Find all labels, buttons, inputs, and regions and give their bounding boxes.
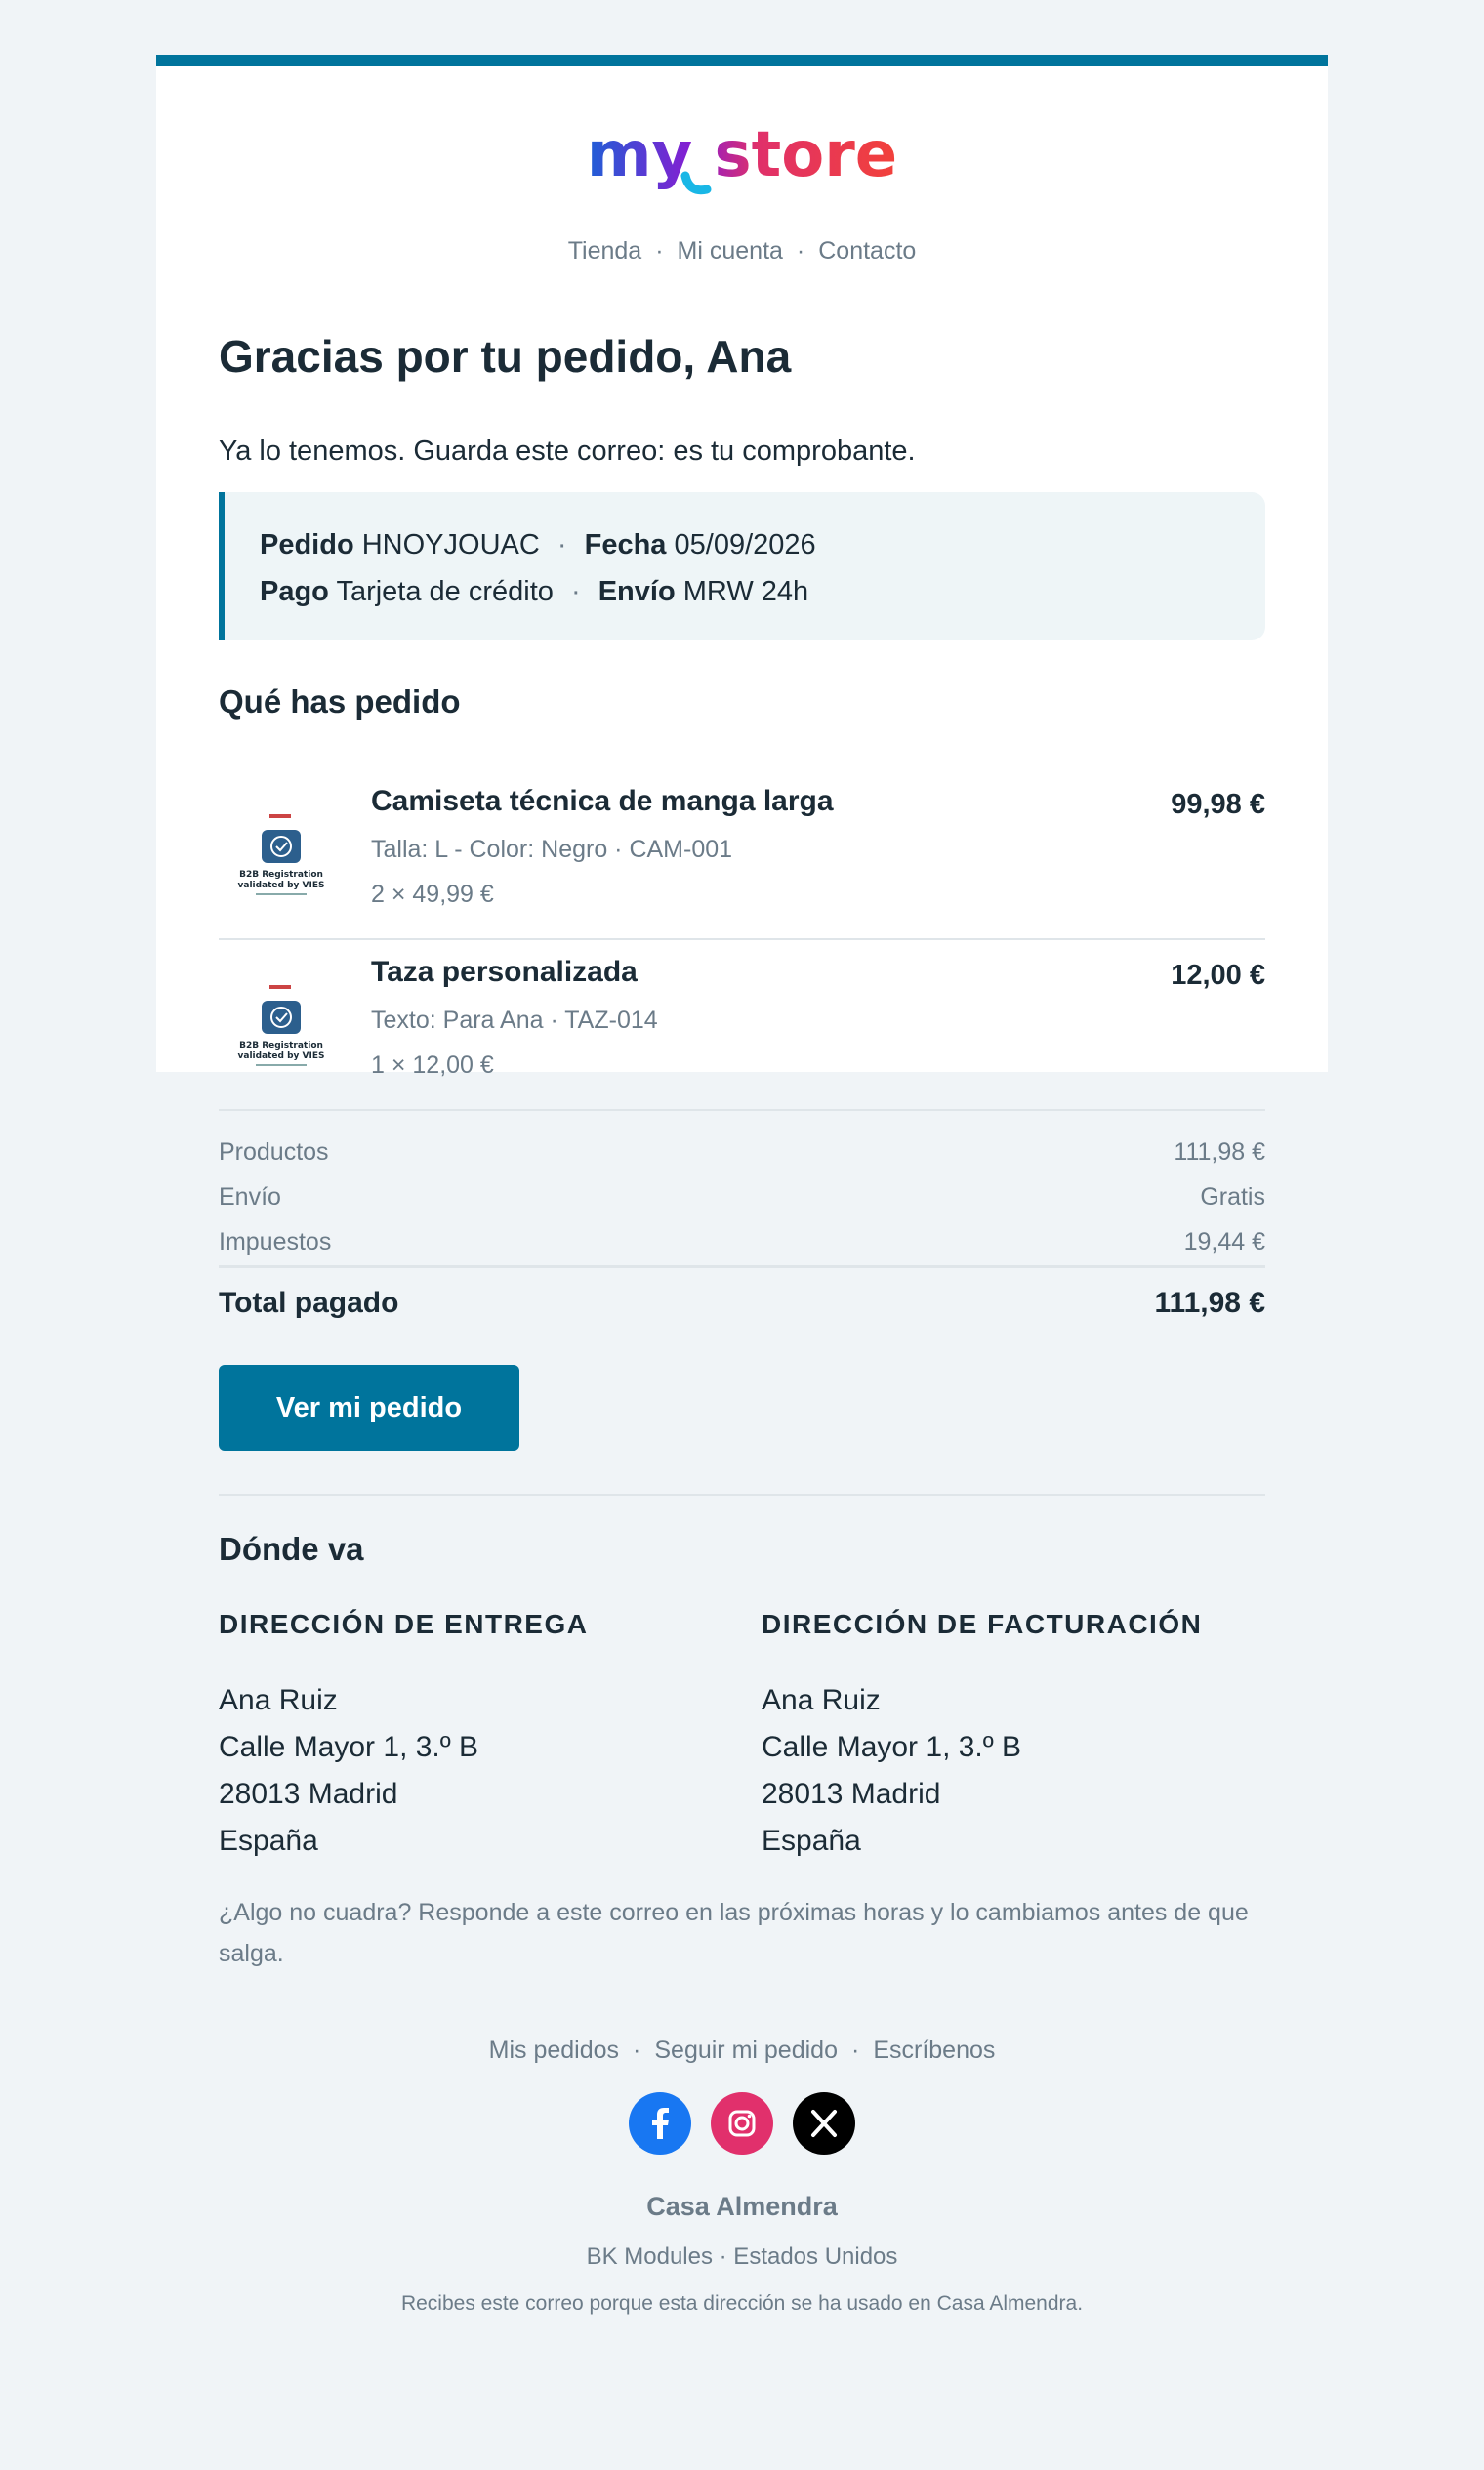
order-item: B2B Registration validated by VIES Taza … xyxy=(219,938,1265,1111)
footer-link-mis-pedidos[interactable]: Mis pedidos xyxy=(489,2037,619,2064)
totals-value: 111,98 € xyxy=(1174,1138,1265,1166)
shipping-address-heading: DIRECCIÓN DE ENTREGA xyxy=(219,1609,589,1639)
item-price: 99,98 € xyxy=(1171,789,1265,820)
email-footer: Mis pedidos · Seguir mi pedido · Escríbenos … xyxy=(156,2037,1328,2316)
shipping-method: MRW 24h xyxy=(682,576,809,607)
item-quantity: 2 × 49,99 € xyxy=(371,881,494,908)
nav-link-tienda[interactable]: Tienda xyxy=(568,237,642,265)
date-label: Fecha xyxy=(584,529,667,560)
address-line: España xyxy=(219,1825,318,1857)
legal-text: Recibes este correo porque esta direcció… xyxy=(400,2292,1084,2315)
store-logo[interactable]: my store xyxy=(156,115,1328,213)
order-label: Pedido xyxy=(260,529,354,560)
thumb-line-2: validated by VIES xyxy=(238,881,325,890)
lead-text: Ya lo tenemos. Guarda este correo: es tu… xyxy=(219,435,916,467)
svg-text:my store: my store xyxy=(587,119,897,191)
totals-row-productos: Productos 111,98 € xyxy=(219,1138,1265,1167)
item-price: 12,00 € xyxy=(1171,960,1265,991)
totals-row-envio: Envío Gratis xyxy=(219,1183,1265,1212)
totals-label: Envío xyxy=(219,1183,281,1211)
address-line: 28013 Madrid xyxy=(762,1778,941,1810)
store-logo-image: my store xyxy=(587,119,897,195)
order-number: HNOYJOUAC xyxy=(361,529,540,560)
thumb-line-1: B2B Registration xyxy=(239,1041,323,1050)
footer-nav: Mis pedidos · Seguir mi pedido · Escríbenos xyxy=(156,2037,1328,2065)
email-card: my store Tienda · Mi cuenta · Contacto Graci… xyxy=(156,55,1328,1967)
order-info-box: Pedido HNOYJOUAC · Fecha 05/09/2026 Pago… xyxy=(219,492,1265,640)
address-line: Ana Ruiz xyxy=(762,1684,881,1716)
grand-total-row: Total pagado 111,98 € xyxy=(219,1287,1265,1320)
footer-link-seguir-pedido[interactable]: Seguir mi pedido xyxy=(654,2037,838,2064)
address-line: 28013 Madrid xyxy=(219,1778,398,1810)
page-title: Gracias por tu pedido, Ana xyxy=(219,331,792,382)
address-line: Calle Mayor 1, 3.º B xyxy=(762,1731,1022,1763)
item-meta: Texto: Para Ana · TAZ-014 xyxy=(371,1007,658,1034)
totals-label: Productos xyxy=(219,1138,329,1166)
nav-link-mi-cuenta[interactable]: Mi cuenta xyxy=(678,237,783,265)
section-divider xyxy=(219,1494,1265,1496)
address-line: Ana Ruiz xyxy=(219,1684,338,1716)
footer-link-escribenos[interactable]: Escríbenos xyxy=(873,2037,995,2064)
totals-value: 19,44 € xyxy=(1183,1228,1265,1256)
shipping-label: Envío xyxy=(598,576,676,607)
info-separator: · xyxy=(556,529,567,560)
help-note: ¿Algo no cuadra? Responde a este correo … xyxy=(219,1899,1249,1967)
company-address: BK Modules · Estados Unidos xyxy=(586,2244,898,2270)
order-info-row-2: Pago Tarjeta de crédito · Envío MRW 24h xyxy=(260,568,1230,615)
thumb-line-1: B2B Registration xyxy=(239,870,323,880)
vies-badge-icon: B2B Registration validated by VIES xyxy=(238,985,325,1066)
payment-label: Pago xyxy=(260,576,329,607)
billing-address: DIRECCIÓN DE FACTURACIÓN Ana Ruiz Calle … xyxy=(762,1609,1269,1865)
order-date: 05/09/2026 xyxy=(674,529,816,560)
totals-label: Impuestos xyxy=(219,1228,332,1256)
item-name[interactable]: Camiseta técnica de manga larga xyxy=(371,785,834,818)
brand-name: Casa Almendra xyxy=(646,2192,838,2221)
vies-badge-icon: B2B Registration validated by VIES xyxy=(238,814,325,895)
item-quantity: 1 × 12,00 € xyxy=(371,1051,494,1079)
address-line: Calle Mayor 1, 3.º B xyxy=(219,1731,479,1763)
grand-total-label: Total pagado xyxy=(219,1287,399,1319)
top-nav: Tienda · Mi cuenta · Contacto xyxy=(156,237,1328,266)
x-icon[interactable] xyxy=(793,2092,856,2155)
instagram-icon[interactable] xyxy=(711,2092,773,2155)
shipping-address: DIRECCIÓN DE ENTREGA Ana Ruiz Calle Mayo… xyxy=(219,1609,726,1865)
totals-divider xyxy=(219,1265,1265,1268)
view-order-button[interactable]: Ver mi pedido xyxy=(219,1365,519,1451)
product-thumbnail[interactable]: B2B Registration validated by VIES xyxy=(219,810,344,908)
order-info-row-1: Pedido HNOYJOUAC · Fecha 05/09/2026 xyxy=(260,521,1230,568)
nav-separator: · xyxy=(655,237,664,265)
billing-address-heading: DIRECCIÓN DE FACTURACIÓN xyxy=(762,1609,1203,1639)
footer-separator: · xyxy=(850,2037,860,2064)
footer-separator: · xyxy=(633,2037,641,2064)
nav-link-contacto[interactable]: Contacto xyxy=(818,237,916,265)
items-section-title: Qué has pedido xyxy=(219,683,461,720)
item-name[interactable]: Taza personalizada xyxy=(371,956,638,989)
address-line: España xyxy=(762,1825,861,1857)
item-meta: Talla: L - Color: Negro · CAM-001 xyxy=(371,836,733,863)
facebook-icon[interactable] xyxy=(628,2092,691,2155)
addresses-title: Dónde va xyxy=(219,1531,364,1567)
nav-separator: · xyxy=(796,237,805,265)
social-links xyxy=(156,2092,1328,2157)
grand-total-value: 111,98 € xyxy=(1154,1287,1265,1319)
payment-method: Tarjeta de crédito xyxy=(336,576,554,607)
totals-row-impuestos: Impuestos 19,44 € xyxy=(219,1228,1265,1256)
info-separator: · xyxy=(570,576,581,607)
order-item: B2B Registration validated by VIES Camis… xyxy=(219,767,1265,940)
totals-value: Gratis xyxy=(1200,1183,1265,1211)
product-thumbnail[interactable]: B2B Registration validated by VIES xyxy=(219,981,344,1079)
thumb-line-2: validated by VIES xyxy=(238,1051,325,1061)
